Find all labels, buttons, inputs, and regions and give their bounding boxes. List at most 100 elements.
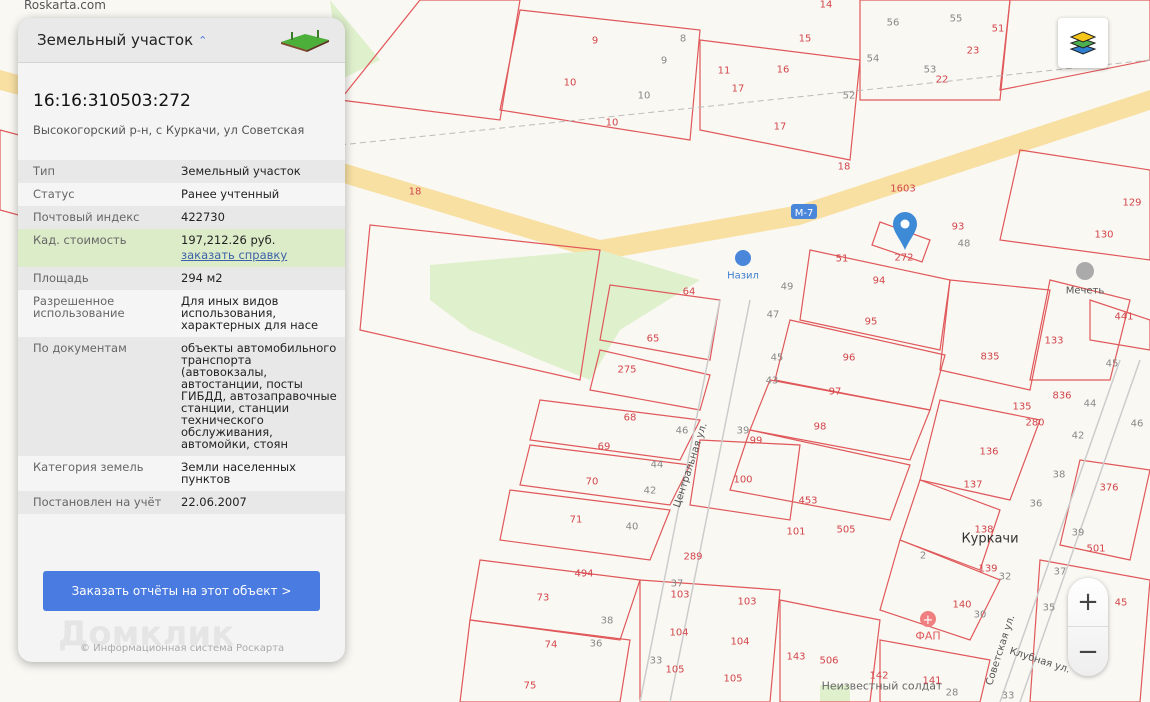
zoom-in-button[interactable]: + [1068, 578, 1108, 627]
parcel-number-label: 501 [1086, 543, 1105, 554]
zoom-out-button[interactable]: − [1068, 627, 1108, 676]
parcel-number-label: 133 [1044, 335, 1063, 346]
parcel[interactable] [519, 444, 691, 506]
parcel[interactable] [879, 639, 991, 702]
parcel-number-label: 75 [524, 680, 537, 691]
plus-glyph: + [923, 613, 934, 628]
parcel-number-label: 16 [777, 64, 790, 75]
parcel[interactable] [939, 279, 1051, 391]
parcel-number-label: 65 [647, 333, 660, 344]
parcel-number-label: 45 [1115, 597, 1128, 608]
house-number-label: 44 [1084, 398, 1097, 409]
property-value-text: 294 м2 [181, 271, 223, 285]
parcel-number-label: 70 [586, 476, 599, 487]
highway-badge: М-7 [791, 204, 817, 219]
house-number-label: 44 [651, 459, 664, 470]
property-key: По документам [33, 341, 127, 355]
parcel[interactable] [699, 39, 861, 161]
parcel-number-label: 69 [598, 441, 611, 452]
property-value-text: Земли населенных пунктов [181, 460, 296, 486]
address: Высокогорский р-н, с Куркачи, ул Советск… [33, 123, 305, 137]
parcel-number-label: 64 [683, 286, 696, 297]
parcel[interactable] [459, 619, 631, 702]
property-key: Тип [33, 164, 56, 178]
parcel-number-label: 22 [936, 74, 949, 85]
parcel-number-label: 103 [670, 589, 689, 600]
property-value: 22.06.2007 [181, 496, 341, 508]
parcel-number-label: 836 [1052, 390, 1071, 401]
parcel[interactable] [799, 249, 951, 351]
parcel-number-label: 100 [733, 474, 752, 485]
property-key: Разрешенное использование [33, 294, 125, 320]
parcel[interactable] [499, 489, 671, 561]
parcel-number-label: 135 [1012, 401, 1031, 412]
parcel[interactable] [529, 399, 701, 461]
property-key: Почтовый индекс [33, 210, 140, 224]
property-key: Статус [33, 187, 75, 201]
house-number-label: 42 [1072, 430, 1085, 441]
house-number-label: 54 [867, 53, 880, 64]
parcel-number-label: 376 [1099, 482, 1118, 493]
order-reports-button[interactable]: Заказать отчёты на этот объект > [43, 571, 320, 611]
parcel-number-label: 9 [592, 35, 598, 46]
property-row: Категория земель Земли населенных пунктов [18, 456, 345, 491]
house-number-label: 32 [999, 571, 1012, 582]
parcel-number-label: 98 [814, 421, 827, 432]
property-row: Кад. стоимость 197,212.26 руб. заказать сп… [18, 229, 345, 267]
shop-icon[interactable] [735, 250, 751, 266]
parcel[interactable] [499, 9, 701, 141]
parcel-number-label: 93 [952, 221, 965, 232]
parcel-number-label: 104 [669, 627, 688, 638]
layers-button[interactable] [1058, 18, 1108, 68]
house-number-label: 35 [1043, 602, 1056, 613]
parcel-number-label: 10 [564, 77, 577, 88]
property-row: Почтовый индекс 422730 [18, 206, 345, 229]
property-value: объекты автомобильного транспорта (автов… [181, 342, 341, 450]
parcel-number-label: 10 [606, 117, 619, 128]
parcel-number-label: 68 [624, 412, 637, 423]
house-number-label: 37 [671, 578, 684, 589]
property-row: Постановлен на учёт 22.06.2007 [18, 491, 345, 514]
parcel[interactable] [469, 559, 641, 641]
order-certificate-link[interactable]: заказать справку [181, 249, 341, 261]
panel-title: Земельный участок [37, 31, 194, 49]
parcel[interactable] [589, 349, 711, 411]
house-number-label: 45 [1106, 358, 1119, 369]
parcel[interactable] [1089, 299, 1150, 351]
house-number-label: 2 [920, 550, 926, 561]
house-number-label: 40 [626, 521, 639, 532]
mosque-label: Мечеть [1066, 285, 1105, 296]
house-number-label: 39 [1072, 527, 1085, 538]
property-value-text: 22.06.2007 [181, 495, 247, 509]
house-number-label: 37 [1054, 566, 1067, 577]
panel-header[interactable]: Земельный участок ⌃ [18, 18, 345, 63]
parcel-number-label: 105 [723, 673, 742, 684]
mosque-icon[interactable] [1076, 262, 1094, 280]
site-brand: Roskarta.com [24, 0, 106, 12]
parcel-number-label: 289 [683, 551, 702, 562]
parcel-number-label: 506 [819, 655, 838, 666]
layers-icon [1069, 31, 1097, 55]
property-value-text: 197,212.26 руб. [181, 233, 276, 247]
parcel-number-label: 51 [992, 23, 1005, 34]
property-row: Тип Земельный участок [18, 160, 345, 183]
parcel-number-label: 95 [865, 316, 878, 327]
parcel-number-label: 74 [545, 639, 558, 650]
house-number-label: 42 [644, 485, 657, 496]
chevron-up-icon[interactable]: ⌃ [198, 34, 207, 47]
property-row: Статус Ранее учтенный [18, 183, 345, 206]
house-number-label: 36 [590, 638, 603, 649]
house-number-label: 43 [766, 375, 779, 386]
property-value-text: Для иных видов использования, характерны… [181, 294, 319, 332]
property-row: Разрешенное использование Для иных видов … [18, 290, 345, 337]
location-marker-icon[interactable] [893, 212, 917, 250]
parcel-number-label: 275 [617, 364, 636, 375]
land-plot-icon [281, 30, 329, 52]
parcel-number-label: 272 [894, 252, 913, 263]
street-label-klubnaya: Клубная ул. [1008, 646, 1071, 676]
parcel-number-label: 137 [963, 479, 982, 490]
house-number-label: 28 [946, 687, 959, 698]
parcel-number-label: 51 [836, 253, 849, 264]
house-number-label: 30 [974, 609, 987, 620]
parcel-number-label: 17 [774, 121, 787, 132]
